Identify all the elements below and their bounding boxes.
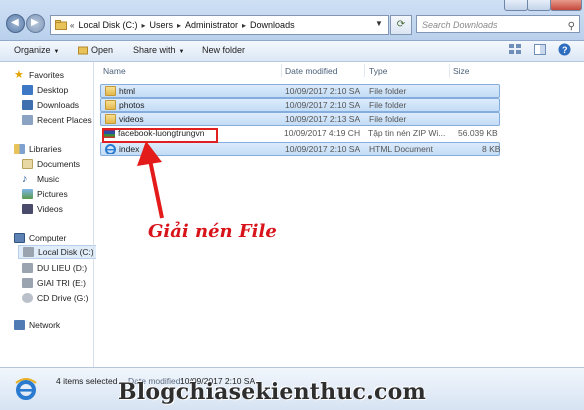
selection-count: 4 items selected — [56, 376, 118, 386]
watermark: Blogchiasekienthuc.com — [118, 379, 426, 405]
annotation-label: Giải nén File — [148, 221, 277, 242]
internet-explorer-icon — [15, 378, 37, 400]
annotation-arrow — [137, 141, 164, 219]
